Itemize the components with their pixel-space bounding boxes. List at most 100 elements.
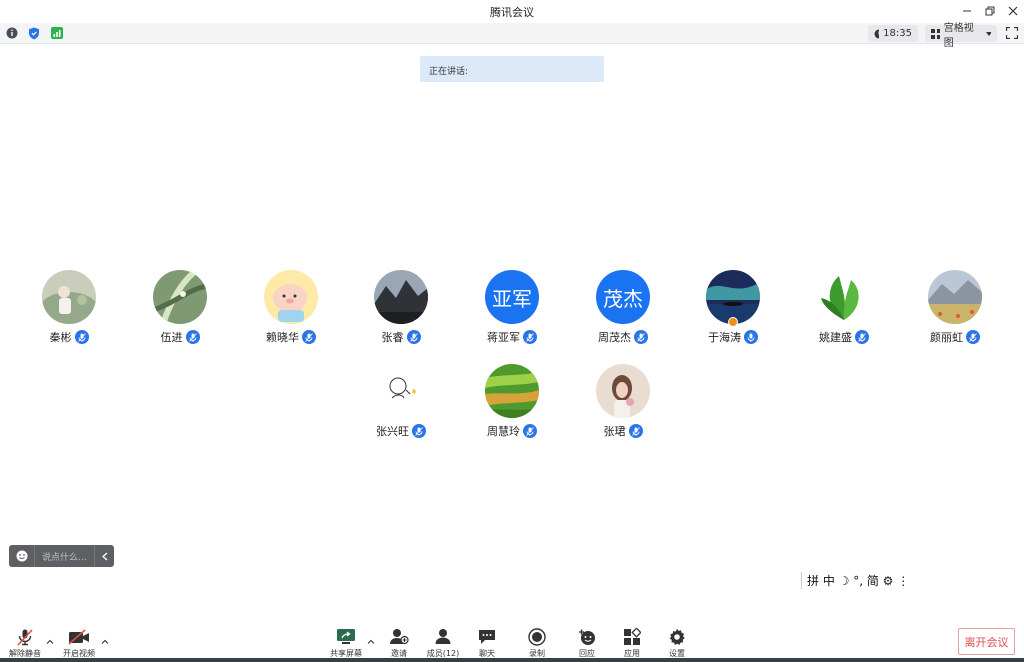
ime-toolbar[interactable]: 拼 中 ☽ °, 简 ⚙ ⋮ — [801, 572, 911, 589]
start-video-button[interactable]: 开启视频 — [59, 627, 99, 659]
participant-tile[interactable]: 张珺 — [568, 364, 678, 444]
ime-status: 拼 中 ☽ °, 简 ⚙ ⋮ — [807, 574, 910, 588]
share-options-caret[interactable] — [366, 636, 376, 646]
leave-meeting-button[interactable]: 离开会议 — [958, 628, 1015, 655]
share-screen-button[interactable]: 共享屏幕 — [326, 627, 366, 659]
dropdown-icon — [985, 31, 991, 36]
participant-name-row: 张兴旺 — [346, 424, 456, 438]
mic-icon — [744, 330, 758, 344]
participant-name: 周茂杰 — [598, 331, 631, 344]
host-badge-icon — [728, 317, 738, 327]
participant-name-row: 蒋亚军 — [457, 330, 567, 344]
participant-tile[interactable]: 周慧玲 — [457, 364, 567, 444]
speaking-label: 正在讲话: — [429, 67, 469, 77]
window-title: 腾讯会议 — [490, 6, 534, 19]
avatar-initials: 茂杰 — [596, 270, 650, 324]
participant-name-row: 周茂杰 — [568, 330, 678, 344]
view-label: 宫格视图 — [943, 22, 974, 49]
chat-input-box[interactable]: 说点什么... — [9, 545, 114, 567]
record-button[interactable]: 录制 — [517, 627, 557, 659]
participant-tile[interactable]: 赖晓华 — [236, 270, 346, 350]
unmute-button[interactable]: 解除静音 — [5, 627, 45, 659]
participant-tile[interactable]: 伍进 — [125, 270, 235, 350]
participant-tile[interactable]: 张兴旺 — [346, 364, 456, 444]
speaking-indicator: 正在讲话: — [420, 56, 604, 82]
participant-tile[interactable]: 张睿 — [346, 270, 456, 350]
share-screen-icon — [336, 627, 356, 646]
meeting-timer: 18:35 — [868, 25, 918, 42]
participant-name: 张兴旺 — [376, 425, 409, 438]
participant-tile[interactable]: 亚军 蒋亚军 — [457, 270, 567, 350]
participant-name: 张珺 — [603, 425, 626, 438]
participant-tile[interactable]: 茂杰 周茂杰 — [568, 270, 678, 350]
bottom-toolbar: 解除静音 开启视频 共享屏幕 邀请 成员(12) 聊天 录制 回应 应用 设置 — [0, 620, 1024, 662]
invite-button[interactable]: 邀请 — [379, 627, 419, 659]
settings-button[interactable]: 设置 — [657, 627, 697, 659]
mic-icon — [523, 424, 537, 438]
mic-icon — [855, 330, 869, 344]
mic-icon — [634, 330, 648, 344]
emoji-icon[interactable] — [9, 545, 35, 567]
chat-placeholder[interactable]: 说点什么... — [35, 550, 94, 563]
participant-name-row: 赖晓华 — [236, 330, 346, 344]
participant-name: 姚建盛 — [819, 331, 852, 344]
participant-tile[interactable]: 秦彬 — [14, 270, 124, 350]
avatar — [42, 270, 96, 324]
chevron-up-icon — [46, 639, 54, 644]
participant-tile[interactable]: 姚建盛 — [789, 270, 899, 350]
signal-icon[interactable] — [50, 26, 64, 40]
avatar — [264, 270, 318, 324]
participant-name: 秦彬 — [49, 331, 72, 344]
participant-name: 蒋亚军 — [487, 331, 520, 344]
chat-button[interactable]: 聊天 — [467, 627, 507, 659]
members-icon — [434, 627, 452, 646]
avatar — [596, 364, 650, 418]
reaction-button[interactable]: 回应 — [567, 627, 607, 659]
restore-icon — [985, 6, 995, 16]
avatar — [374, 364, 428, 418]
close-button[interactable] — [1004, 3, 1022, 19]
meeting-toolbar: 18:35 宫格视图 — [0, 23, 1024, 49]
mic-icon — [523, 330, 537, 344]
view-switcher[interactable]: 宫格视图 — [925, 23, 997, 49]
members-button[interactable]: 成员(12) — [423, 627, 463, 659]
collapse-chat-button[interactable] — [94, 545, 114, 567]
chat-icon — [478, 627, 496, 646]
mic-icon — [628, 424, 643, 438]
audio-options-caret[interactable] — [45, 636, 55, 646]
participant-name: 伍进 — [160, 331, 183, 344]
participant-tile[interactable]: 于海涛 — [678, 270, 788, 350]
apps-icon — [623, 627, 641, 646]
shield-icon[interactable] — [27, 26, 41, 40]
record-icon — [528, 627, 546, 646]
info-icon[interactable] — [5, 26, 19, 40]
participant-name-row: 张珺 — [568, 424, 678, 438]
fullscreen-button[interactable] — [1005, 26, 1019, 40]
participant-name: 颜丽虹 — [930, 331, 963, 344]
video-options-caret[interactable] — [100, 636, 110, 646]
minimize-button[interactable] — [958, 3, 976, 19]
fullscreen-icon — [1006, 27, 1018, 39]
minimize-icon — [963, 10, 971, 12]
participant-name-row: 姚建盛 — [789, 330, 899, 344]
avatar-initials: 亚军 — [485, 270, 539, 324]
mic-muted-icon — [16, 627, 34, 646]
grid-view-icon — [931, 28, 940, 39]
clock-icon — [874, 29, 880, 38]
participant-name: 周慧玲 — [487, 425, 520, 438]
camera-off-icon — [68, 627, 90, 646]
avatar — [374, 270, 428, 324]
avatar — [928, 270, 982, 324]
close-icon — [1008, 6, 1018, 16]
restore-button[interactable] — [981, 3, 999, 19]
apps-button[interactable]: 应用 — [612, 627, 652, 659]
participant-tile[interactable]: 颜丽虹 — [900, 270, 1010, 350]
mic-icon — [406, 330, 421, 344]
reaction-icon — [578, 627, 596, 646]
participant-name-row: 周慧玲 — [457, 424, 567, 438]
participant-name-row: 秦彬 — [14, 330, 124, 344]
participant-name-row: 伍进 — [125, 330, 235, 344]
add-person-icon — [389, 627, 409, 646]
mic-icon — [302, 330, 316, 344]
window-bottom-edge — [0, 658, 1024, 662]
